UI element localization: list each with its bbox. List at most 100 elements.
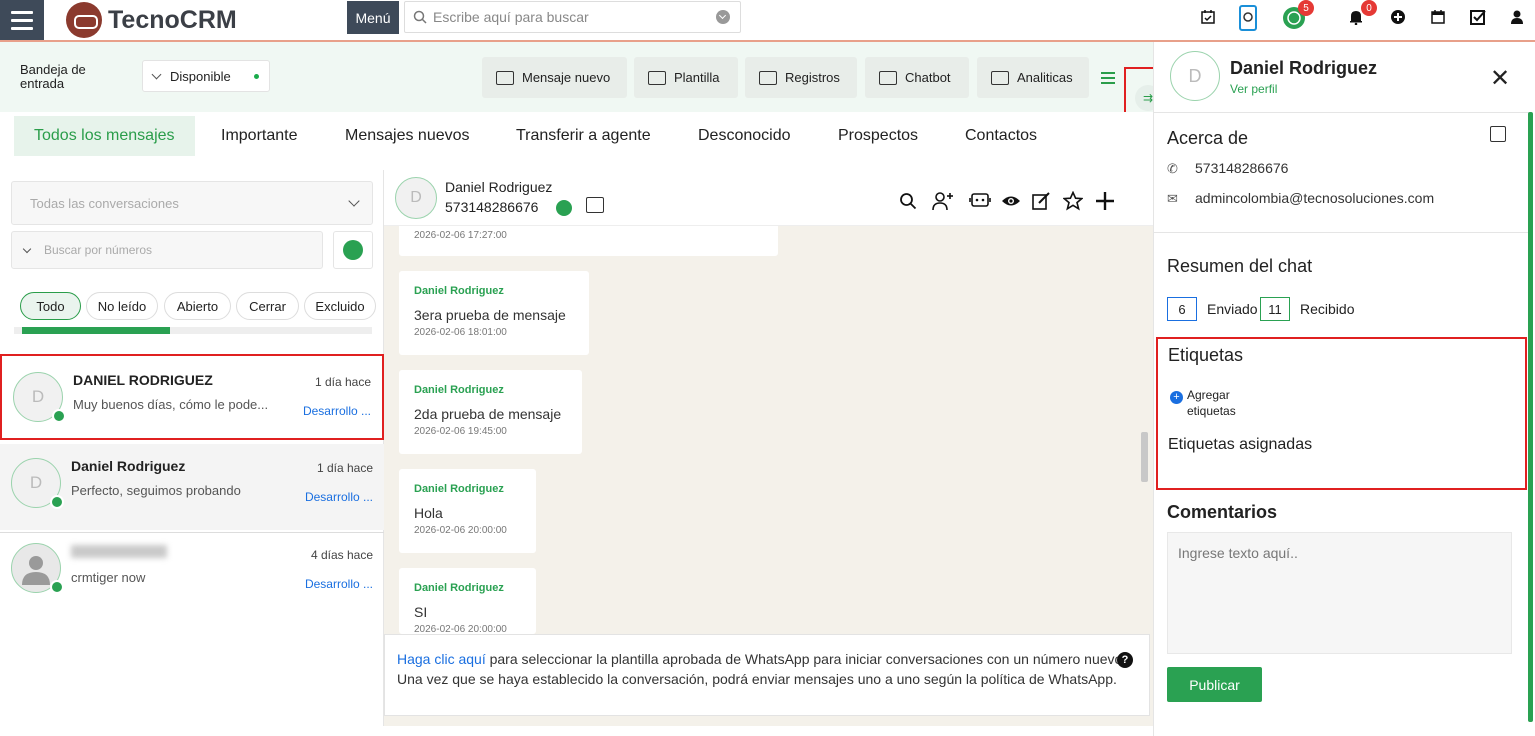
number-search-input[interactable]: Buscar por números [11,231,323,269]
inbox-toolbar: Bandeja de entrada Disponible Mensaje nu… [0,42,1153,112]
conversation-filter-select[interactable]: Todas las conversaciones [11,181,373,225]
chip-open[interactable]: Abierto [164,292,231,320]
tags-section: Etiquetas + Agregar etiquetas Etiquetas a… [1156,337,1527,490]
template-link[interactable]: Haga clic aquí [397,651,486,667]
template-icon [648,70,666,85]
chatbot-button[interactable]: Chatbot [865,57,969,98]
message-sender: Daniel Rodriguez [414,483,504,495]
chat-panel: D Daniel Rodriguez 573148286676 2026-02-… [384,170,1153,726]
whatsapp-icon [50,495,64,509]
options-menu-icon[interactable] [1101,72,1115,87]
assigned-tags-label: Etiquetas asignadas [1168,436,1313,453]
tab-prospects[interactable]: Prospectos [818,116,938,156]
plus-icon[interactable] [1094,190,1116,212]
chip-excluded[interactable]: Excluido [304,292,376,320]
tab-important[interactable]: Importante [201,116,317,156]
analytics-button[interactable]: Analiticas [977,57,1089,98]
menu-button[interactable]: Menú [347,1,399,34]
panel-scrollbar[interactable] [1528,112,1533,722]
filter-button[interactable] [333,231,373,269]
message-bubble: Daniel Rodriguez 2da prueba de mensaje 2… [399,370,582,454]
chatbot-icon[interactable] [969,190,991,212]
message-text: 2da prueba de mensaje [414,406,562,422]
inbox-label: Bandeja de entrada [20,62,86,91]
tab-new-messages[interactable]: Mensajes nuevos [325,116,490,156]
search-icon[interactable] [897,190,919,212]
chat-contact-name: Daniel Rodriguez [445,179,553,195]
chatbot-icon [879,70,897,85]
status-select[interactable]: Disponible [142,60,270,92]
template-button[interactable]: Plantilla [634,57,738,98]
main-menu-icon[interactable] [0,0,44,40]
chevron-down-icon[interactable] [716,10,730,24]
message-bubble: Daniel Rodriguez SI 2026-02-06 20:00:00 [399,568,536,634]
user-icon[interactable] [1506,6,1528,28]
comment-input[interactable]: Ingrese texto aquí.. [1167,532,1512,654]
chevron-down-icon [22,244,32,253]
top-bar: TecnoCRM Menú Escribe aquí para buscar 5… [0,0,1535,42]
chat-header: D Daniel Rodriguez 573148286676 [384,170,1153,226]
tab-contacts[interactable]: Contactos [945,116,1057,156]
conversation-department[interactable]: Desarrollo ... [305,490,373,504]
handshake-logo-icon [66,2,102,38]
message-time: 2026-02-06 20:00:00 [414,624,507,634]
publish-button[interactable]: Publicar [1167,667,1262,702]
message-time: 2026-02-06 17:27:00 [414,230,507,241]
divider [1154,232,1529,233]
contact-card-icon[interactable] [586,197,604,213]
message-sender: Daniel Rodriguez [414,582,504,594]
whatsapp-icon [52,409,66,423]
chevron-down-icon [151,69,162,79]
chat-scrollbar[interactable] [1141,432,1148,482]
about-heading: Acerca de [1167,128,1249,148]
global-search[interactable]: Escribe aquí para buscar [404,1,741,33]
tab-all-messages[interactable]: Todos los mensajes [14,116,195,156]
calendar-icon[interactable] [1427,6,1449,28]
sent-count: 6 [1167,297,1197,321]
new-message-icon [496,70,514,85]
balance-badge: 5 [1298,0,1314,16]
search-placeholder: Escribe aquí para buscar [433,9,589,25]
mobile-icon[interactable] [1236,4,1260,32]
tab-unknown[interactable]: Desconocido [678,116,811,156]
notification-badge: 0 [1361,0,1377,16]
email-value: admincolombia@tecnosoluciones.com [1195,190,1435,206]
conversation-time: 4 días hace [310,548,373,562]
chip-all[interactable]: Todo [20,292,81,320]
avatar: D [1170,51,1220,101]
calendar-check-icon[interactable] [1197,6,1219,28]
chip-unread[interactable]: No leído [86,292,158,320]
edit-icon[interactable] [1030,190,1052,212]
conversation-item[interactable]: D DANIEL RODRIGUEZ 1 día hace Muy buenos… [0,354,384,440]
brand-logo[interactable]: TecnoCRM [66,2,237,38]
chat-summary-heading: Resumen del chat [1167,256,1313,276]
chips-scrollbar[interactable] [14,327,372,334]
eye-icon[interactable] [1000,190,1022,212]
divider [1154,112,1529,113]
conversation-department[interactable]: Desarrollo ... [305,577,373,591]
records-button[interactable]: Registros [745,57,857,98]
conversation-item[interactable]: 4 días hace crmtiger now Desarrollo ... [0,532,384,618]
search-icon [413,10,427,24]
brand-name: TecnoCRM [108,5,237,34]
chip-close[interactable]: Cerrar [236,292,299,320]
records-icon [759,70,777,85]
plus-circle-icon[interactable] [1387,6,1409,28]
conversation-item[interactable]: D Daniel Rodriguez 1 día hace Perfecto, … [0,444,384,530]
checkbox-icon[interactable] [1467,6,1489,28]
help-icon[interactable]: ? [1117,652,1133,668]
filter-icon [343,240,363,260]
new-message-button[interactable]: Mensaje nuevo [482,57,627,98]
tab-transfer-agent[interactable]: Transferir a agente [496,116,671,156]
add-tags-button[interactable]: + Agregar etiquetas [1170,387,1259,419]
close-icon[interactable]: ✕ [1490,64,1510,93]
phone-value: 573148286676 [1195,160,1289,176]
sent-label: Enviado [1207,301,1258,317]
conversation-department[interactable]: Desarrollo ... [303,404,371,418]
add-tags-label: Agregar etiquetas [1187,388,1236,418]
conversation-name: DANIEL RODRIGUEZ [73,372,213,388]
view-profile-link[interactable]: Ver perfil [1230,82,1277,96]
star-icon[interactable] [1062,190,1084,212]
add-user-icon[interactable] [932,190,954,212]
edit-icon[interactable] [1490,126,1506,142]
